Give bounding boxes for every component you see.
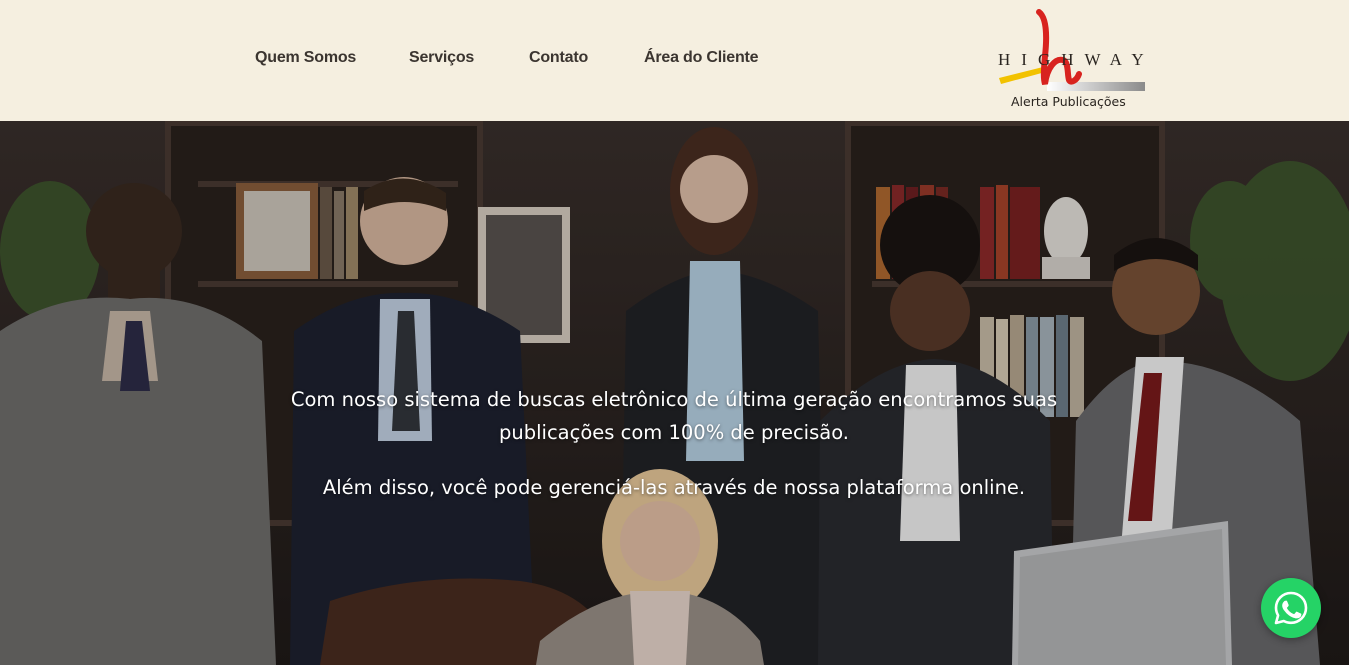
- whatsapp-icon: [1274, 591, 1308, 625]
- hero-text-line2: Além disso, você pode gerenciá-las atrav…: [322, 476, 1026, 499]
- hero-text-line1: Com nosso sistema de buscas eletrônico d…: [290, 388, 1058, 444]
- main-nav: Quem Somos Serviços Contato Área do Clie…: [0, 0, 900, 121]
- nav-link-contato[interactable]: Contato: [529, 49, 588, 67]
- logo-tagline: Alerta Publicações: [1011, 94, 1126, 109]
- hero-section: Com nosso sistema de buscas eletrônico d…: [0, 121, 1349, 665]
- nav-link-servicos[interactable]: Serviços: [409, 49, 474, 67]
- whatsapp-button[interactable]: [1261, 578, 1321, 638]
- logo-brand-text: HIGHWAY: [998, 50, 1155, 69]
- hero-copy: Com nosso sistema de buscas eletrônico d…: [260, 383, 1088, 504]
- nav-link-quem-somos[interactable]: Quem Somos: [255, 49, 356, 67]
- highway-logo[interactable]: HIGHWAY Alerta Publicações: [995, 8, 1150, 116]
- site-header: Quem Somos Serviços Contato Área do Clie…: [0, 0, 1349, 121]
- nav-link-area-do-cliente[interactable]: Área do Cliente: [644, 49, 759, 67]
